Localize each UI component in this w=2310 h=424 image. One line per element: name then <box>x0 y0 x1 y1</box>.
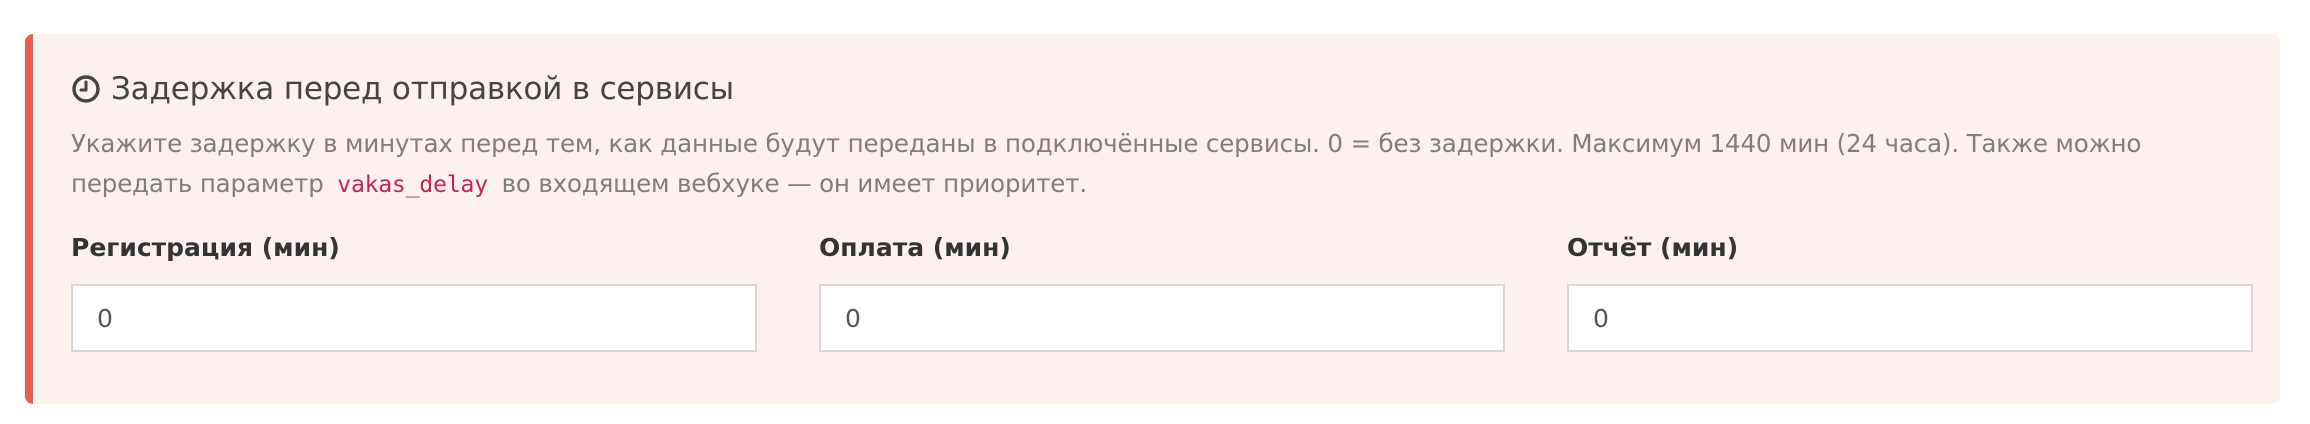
panel-title: Задержка перед отправкой в сервисы <box>111 71 734 107</box>
registration-delay-input[interactable] <box>71 284 757 352</box>
report-delay-input[interactable] <box>1567 284 2253 352</box>
clock-icon <box>71 74 101 104</box>
report-delay-label: Отчёт (мин) <box>1567 233 1739 262</box>
param-code: vakas_delay <box>337 172 488 198</box>
payment-delay-input[interactable] <box>819 284 1505 352</box>
panel-description: Укажите задержку в минутах перед тем, ка… <box>71 124 2261 205</box>
delay-settings-panel: Задержка перед отправкой в сервисы Укажи… <box>25 34 2280 404</box>
report-delay-field: Отчёт (мин) <box>1567 228 2253 352</box>
payment-delay-label: Оплата (мин) <box>819 233 1011 262</box>
registration-delay-label: Регистрация (мин) <box>71 233 340 262</box>
registration-delay-field: Регистрация (мин) <box>71 228 757 352</box>
description-text-end: во входящем вебхуке — он имеет приоритет… <box>501 169 1088 198</box>
panel-header: Задержка перед отправкой в сервисы <box>71 61 734 117</box>
payment-delay-field: Оплата (мин) <box>819 228 1505 352</box>
